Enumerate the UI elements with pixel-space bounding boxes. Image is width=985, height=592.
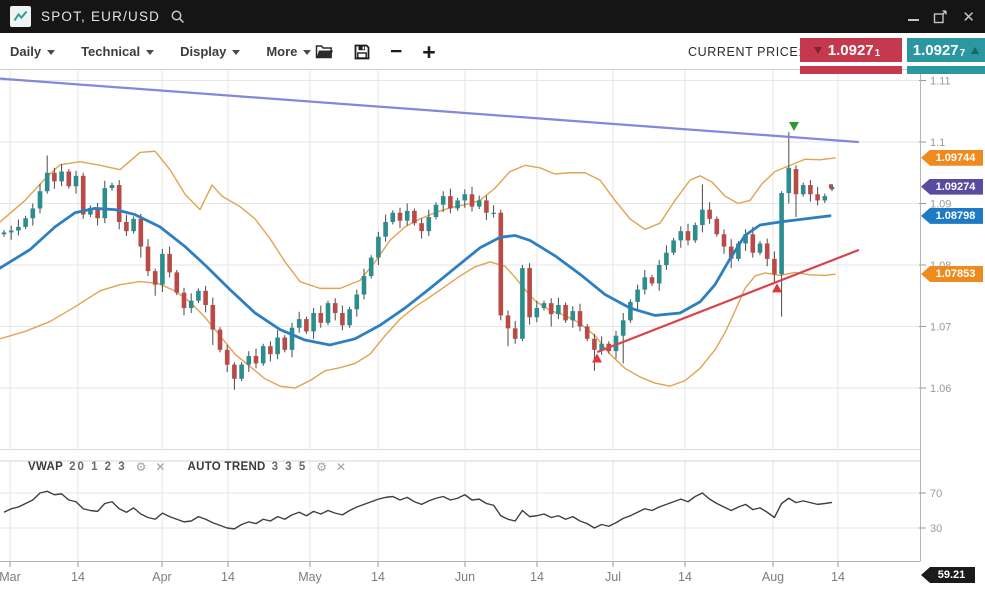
svg-text:Aug: Aug	[762, 570, 784, 584]
current-price-label: CURRENT PRICE:	[688, 45, 802, 59]
title-bar: SPOT, EUR/USD ✕	[0, 0, 985, 33]
chevron-down-icon	[303, 50, 311, 55]
axis-price-badge: 1.07853	[921, 266, 983, 282]
ask-price-badge: 1.09277	[907, 38, 985, 62]
chart-area[interactable]: 1.111.11.091.081.071.067030Mar14Apr14May…	[0, 70, 985, 592]
gear-icon[interactable]: ⚙	[316, 460, 327, 474]
menu-display[interactable]: Display	[180, 44, 240, 59]
menu-daily[interactable]: Daily	[10, 44, 55, 59]
search-icon[interactable]	[170, 9, 186, 25]
chart-svg: 1.111.11.091.081.071.067030Mar14Apr14May…	[0, 70, 985, 592]
svg-text:1.07: 1.07	[930, 322, 951, 334]
svg-text:Mar: Mar	[0, 570, 21, 584]
svg-text:14: 14	[678, 570, 692, 584]
chevron-down-icon	[146, 50, 154, 55]
axis-price-badge: 1.08798	[921, 208, 983, 224]
bid-price-badge: 1.09271	[800, 38, 902, 62]
indicator-vwap-params: 20 1 2 3	[69, 461, 127, 473]
svg-text:Jun: Jun	[455, 570, 475, 584]
gear-icon[interactable]: ⚙	[136, 460, 147, 474]
indicator-autotrend-params: 3 3 5	[272, 461, 308, 473]
indicator-vwap-name: VWAP	[28, 461, 63, 473]
menu-technical[interactable]: Technical	[81, 44, 154, 59]
zoom-out-icon[interactable]: −	[390, 42, 402, 62]
svg-text:14: 14	[530, 570, 544, 584]
save-icon[interactable]	[354, 44, 370, 60]
app-logo-chart-icon	[10, 6, 31, 27]
svg-text:1.11: 1.11	[930, 76, 951, 88]
open-folder-icon[interactable]	[315, 44, 334, 59]
close-icon[interactable]: ✕	[155, 460, 165, 474]
oscillator-value-badge: 59.21	[921, 567, 975, 583]
close-icon[interactable]: ✕	[336, 460, 346, 474]
svg-text:Apr: Apr	[152, 570, 171, 584]
trading-app-window: SPOT, EUR/USD ✕ Daily Technical Display …	[0, 0, 985, 592]
svg-text:14: 14	[371, 570, 385, 584]
svg-text:May: May	[298, 570, 322, 584]
svg-text:1.06: 1.06	[930, 383, 951, 395]
axis-price-badge: 1.09274	[921, 179, 983, 195]
arrow-down-icon	[814, 47, 822, 54]
toolbar: Daily Technical Display More − + CURRENT…	[0, 33, 985, 70]
popout-button[interactable]	[933, 10, 948, 24]
window-title: SPOT, EUR/USD	[41, 9, 160, 24]
svg-text:70: 70	[930, 488, 942, 500]
bid-badge-partial	[800, 66, 902, 74]
ask-badge-partial	[907, 66, 985, 74]
svg-text:Jul: Jul	[605, 570, 621, 584]
close-icon[interactable]: ✕	[962, 8, 975, 26]
svg-text:14: 14	[71, 570, 85, 584]
menu-more[interactable]: More	[266, 44, 311, 59]
svg-text:14: 14	[221, 570, 235, 584]
svg-text:14: 14	[831, 570, 845, 584]
svg-text:30: 30	[930, 523, 942, 535]
indicator-autotrend-name: AUTO TREND	[187, 461, 265, 473]
svg-text:1.1: 1.1	[930, 137, 945, 149]
chevron-down-icon	[232, 50, 240, 55]
zoom-in-icon[interactable]: +	[422, 42, 435, 62]
axis-price-badge: 1.09744	[921, 150, 983, 166]
arrow-up-icon	[971, 47, 979, 54]
chevron-down-icon	[47, 50, 55, 55]
indicator-legend: VWAP 20 1 2 3 ⚙ ✕ AUTO TREND 3 3 5 ⚙ ✕	[28, 460, 346, 474]
